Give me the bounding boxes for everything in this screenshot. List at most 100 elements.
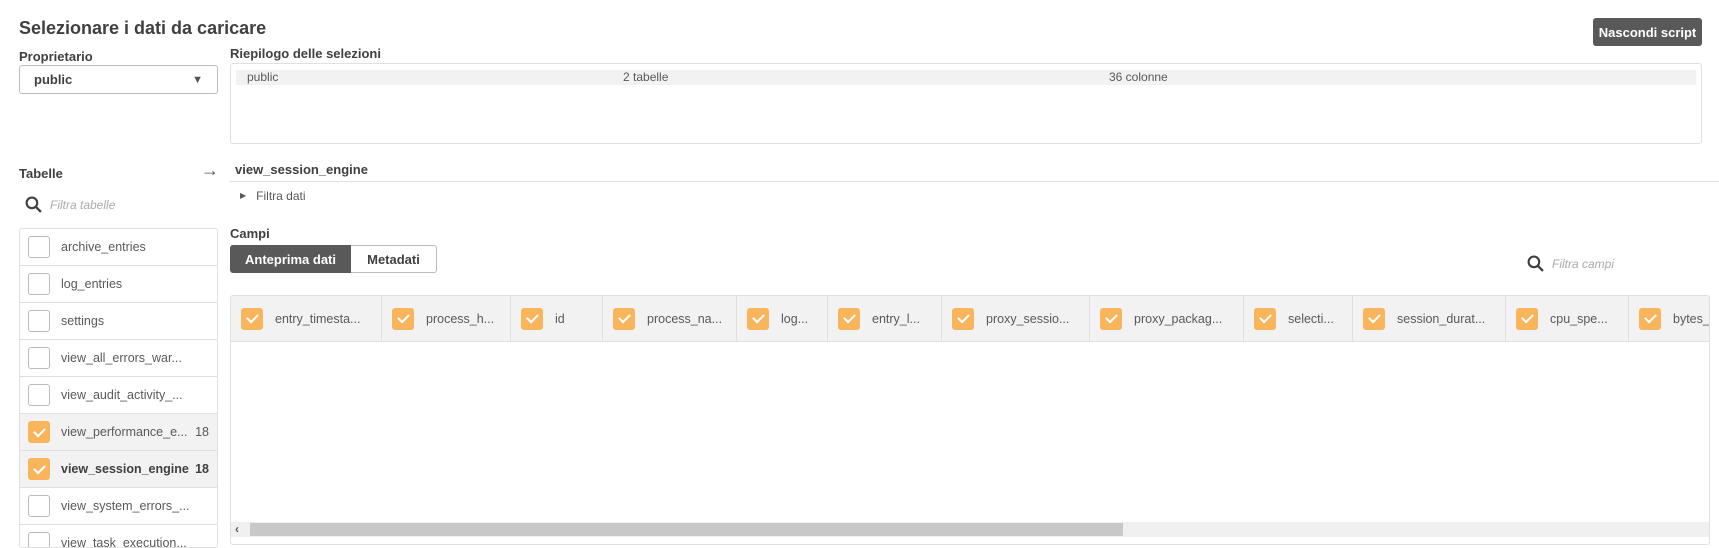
- column-name: entry_timesta...: [275, 311, 361, 326]
- checkbox[interactable]: [1100, 307, 1122, 330]
- table-name: view_task_execution...: [61, 536, 187, 548]
- column-header[interactable]: session_durat...: [1353, 296, 1506, 341]
- table-list-item[interactable]: view_session_engine 18: [20, 451, 217, 488]
- checkbox[interactable]: [1363, 307, 1385, 330]
- field-count: 18: [195, 425, 209, 439]
- scroll-left-icon[interactable]: ‹: [235, 522, 239, 536]
- column-header[interactable]: process_h...: [382, 296, 511, 341]
- filter-fields-search[interactable]: Filtra campi: [1527, 255, 1614, 272]
- divider: [230, 181, 1719, 182]
- checkbox[interactable]: [28, 273, 50, 295]
- column-name: selecti...: [1288, 311, 1334, 326]
- column-name: entry_l...: [872, 311, 920, 326]
- hide-script-button[interactable]: Nascondi script: [1593, 18, 1702, 46]
- checkbox[interactable]: [392, 307, 414, 330]
- table-name: view_performance_e...: [61, 425, 188, 439]
- checkbox[interactable]: [521, 307, 543, 330]
- column-header[interactable]: log...: [737, 296, 828, 341]
- summary-label: Riepilogo delle selezioni: [230, 46, 381, 61]
- horizontal-scrollbar[interactable]: ‹: [231, 522, 1709, 537]
- table-list-item[interactable]: log_entries: [20, 266, 217, 303]
- checkbox[interactable]: [28, 421, 50, 443]
- table-name: view_system_errors_...: [61, 499, 190, 513]
- tab-data-preview[interactable]: Anteprima dati: [230, 245, 351, 273]
- column-name: log...: [781, 311, 809, 326]
- table-list-item[interactable]: view_system_errors_...: [20, 488, 217, 525]
- column-header[interactable]: entry_timesta...: [231, 296, 382, 341]
- filter-data-label: Filtra dati: [256, 189, 306, 203]
- column-header[interactable]: entry_l...: [828, 296, 942, 341]
- table-name: view_all_errors_war...: [61, 351, 182, 365]
- summary-columns: 36 colonne: [1109, 70, 1168, 84]
- table-list-item[interactable]: settings: [20, 303, 217, 340]
- fields-tabs: Anteprima dati Metadati: [230, 245, 437, 273]
- column-header[interactable]: selecti...: [1244, 296, 1353, 341]
- search-icon: [25, 196, 42, 213]
- checkbox[interactable]: [241, 307, 263, 330]
- column-name: proxy_packag...: [1134, 311, 1223, 326]
- tab-metadata[interactable]: Metadati: [351, 245, 437, 273]
- checkbox[interactable]: [28, 236, 50, 258]
- checkbox[interactable]: [1639, 307, 1661, 330]
- column-header[interactable]: proxy_sessio...: [942, 296, 1090, 341]
- checkbox[interactable]: [1516, 307, 1538, 330]
- owner-label: Proprietario: [19, 49, 93, 64]
- caret-right-icon: ▶: [240, 191, 247, 200]
- selection-summary: public 2 tabelle 36 colonne: [230, 63, 1702, 144]
- summary-row: public 2 tabelle 36 colonne: [236, 70, 1696, 85]
- column-name: bytes_rec: [1673, 311, 1710, 326]
- table-list-item[interactable]: view_task_execution...: [20, 525, 217, 548]
- table-name: view_session_engine: [61, 462, 189, 476]
- checkbox[interactable]: [28, 495, 50, 517]
- checkbox[interactable]: [28, 532, 50, 547]
- column-name: cpu_spe...: [1550, 311, 1608, 326]
- summary-tables: 2 tabelle: [623, 70, 669, 84]
- caret-down-icon: ▼: [192, 73, 203, 86]
- column-name: session_durat...: [1397, 311, 1486, 326]
- column-header[interactable]: process_na...: [603, 296, 737, 341]
- table-name: view_audit_activity_...: [61, 388, 183, 402]
- checkbox[interactable]: [952, 307, 974, 330]
- column-name: process_na...: [647, 311, 723, 326]
- checkbox[interactable]: [28, 347, 50, 369]
- tables-label: Tabelle: [19, 166, 63, 181]
- scrollbar-thumb[interactable]: [250, 523, 1123, 536]
- table-list-item[interactable]: view_performance_e... 18: [20, 414, 217, 451]
- column-header[interactable]: proxy_packag...: [1090, 296, 1244, 341]
- table-list-item[interactable]: view_all_errors_war...: [20, 340, 217, 377]
- summary-owner: public: [247, 70, 279, 84]
- checkbox[interactable]: [1254, 307, 1276, 330]
- filter-tables-search[interactable]: Filtra tabelle: [25, 196, 115, 213]
- data-preview-grid: entry_timesta... process_h... id process_na…: [230, 295, 1710, 545]
- field-count: 18: [195, 462, 209, 476]
- checkbox[interactable]: [613, 307, 635, 330]
- column-header[interactable]: id: [511, 296, 603, 341]
- filter-tables-placeholder: Filtra tabelle: [50, 197, 116, 212]
- table-name: archive_entries: [61, 240, 146, 254]
- table-name: settings: [61, 314, 105, 328]
- owner-dropdown[interactable]: public ▼: [19, 65, 218, 94]
- table-list-item[interactable]: archive_entries: [20, 229, 217, 266]
- column-name: process_h...: [426, 311, 495, 326]
- search-icon: [1527, 255, 1544, 272]
- checkbox[interactable]: [747, 307, 769, 330]
- column-name: proxy_sessio...: [986, 311, 1070, 326]
- column-header[interactable]: cpu_spe...: [1506, 296, 1629, 341]
- checkbox[interactable]: [28, 458, 50, 480]
- table-list-item[interactable]: view_audit_activity_...: [20, 377, 217, 414]
- checkbox[interactable]: [838, 307, 860, 330]
- page-title: Selezionare i dati da caricare: [19, 18, 267, 38]
- arrow-right-icon: →: [201, 160, 219, 180]
- owner-value: public: [34, 72, 73, 87]
- checkbox[interactable]: [28, 310, 50, 332]
- filter-data-toggle[interactable]: ▶ Filtra dati: [240, 189, 306, 203]
- checkbox[interactable]: [28, 384, 50, 406]
- column-name: id: [555, 311, 565, 326]
- filter-fields-placeholder: Filtra campi: [1552, 256, 1615, 271]
- fields-label: Campi: [230, 226, 270, 241]
- grid-header: entry_timesta... process_h... id process_na…: [231, 296, 1709, 342]
- tables-list: archive_entries log_entries settings view_a…: [19, 228, 218, 548]
- column-header[interactable]: bytes_rec: [1629, 296, 1710, 341]
- table-name: log_entries: [61, 277, 123, 291]
- selected-table-title: view_session_engine: [235, 162, 368, 177]
